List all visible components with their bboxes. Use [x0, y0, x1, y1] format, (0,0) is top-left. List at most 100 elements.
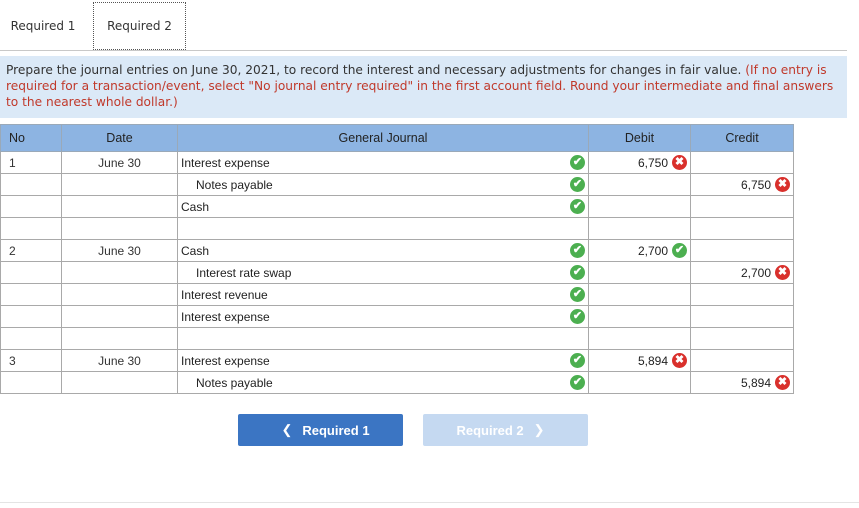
row-date[interactable] [61, 261, 178, 284]
account-select[interactable]: Interest expense ✔ [177, 305, 589, 328]
row-date[interactable] [61, 173, 178, 196]
account-name: Cash [181, 200, 210, 214]
tab-required-1[interactable]: Required 1 [0, 2, 86, 50]
table-row: Interest rate swap ✔ 2,700 ✖ [0, 261, 794, 284]
debit-input[interactable] [588, 305, 691, 328]
account-select[interactable]: Notes payable ✔ [177, 173, 589, 196]
row-no [0, 173, 62, 196]
chevron-right-icon: ❯ [533, 422, 545, 437]
account-select[interactable]: Cash ✔ [177, 195, 589, 218]
credit-input[interactable]: 2,700 ✖ [690, 261, 794, 284]
table-row [0, 217, 794, 240]
footer-divider [0, 502, 859, 503]
row-no [0, 217, 62, 240]
row-date[interactable] [61, 305, 178, 328]
instructions-panel: Prepare the journal entries on June 30, … [0, 56, 847, 118]
credit-input[interactable]: 5,894 ✖ [690, 371, 794, 394]
instructions-text: Prepare the journal entries on June 30, … [6, 63, 742, 77]
credit-input[interactable] [690, 151, 794, 174]
debit-input[interactable] [588, 173, 691, 196]
account-name: Notes payable [196, 376, 273, 390]
row-date[interactable] [61, 283, 178, 306]
row-date[interactable] [61, 371, 178, 394]
tab-bar: Required 1 Required 2 [0, 0, 859, 52]
check-circle-icon: ✔ [570, 375, 585, 390]
row-date[interactable] [61, 195, 178, 218]
credit-input[interactable] [690, 239, 794, 262]
next-required-2-button[interactable]: Required 2 ❯ [423, 414, 588, 446]
row-no: 2 [0, 239, 62, 262]
table-row: Cash ✔ [0, 195, 794, 218]
account-select[interactable]: Interest revenue ✔ [177, 283, 589, 306]
account-name: Cash [181, 244, 210, 258]
header-no: No [0, 124, 62, 152]
account-name: Notes payable [196, 178, 273, 192]
check-circle-icon: ✔ [570, 243, 585, 258]
check-circle-icon: ✔ [570, 309, 585, 324]
row-no [0, 283, 62, 306]
account-select[interactable]: Interest expense ✔ [177, 349, 589, 372]
row-date[interactable] [61, 327, 178, 350]
row-date[interactable]: June 30 [61, 239, 178, 262]
x-circle-icon: ✖ [775, 375, 790, 390]
debit-input[interactable] [588, 327, 691, 350]
debit-input[interactable]: 2,700 ✔ [588, 239, 691, 262]
general-journal-table: No Date General Journal Debit Credit 1 Ju… [0, 124, 794, 394]
x-circle-icon: ✖ [775, 177, 790, 192]
row-no: 1 [0, 151, 62, 174]
credit-input[interactable] [690, 305, 794, 328]
row-date[interactable] [61, 217, 178, 240]
account-name: Interest rate swap [196, 266, 292, 280]
debit-input[interactable]: 5,894 ✖ [588, 349, 691, 372]
x-circle-icon: ✖ [672, 353, 687, 368]
debit-input[interactable]: 6,750 ✖ [588, 151, 691, 174]
debit-input[interactable] [588, 195, 691, 218]
check-circle-icon: ✔ [570, 353, 585, 368]
row-date[interactable]: June 30 [61, 349, 178, 372]
row-date[interactable]: June 30 [61, 151, 178, 174]
debit-input[interactable] [588, 283, 691, 306]
account-select[interactable] [177, 327, 589, 350]
table-row: 2 June 30 Cash ✔ 2,700 ✔ [0, 239, 794, 262]
table-row: Interest expense ✔ [0, 305, 794, 328]
row-no [0, 327, 62, 350]
credit-amount: 2,700 [740, 266, 771, 280]
x-circle-icon: ✖ [672, 155, 687, 170]
credit-input[interactable] [690, 283, 794, 306]
check-circle-icon: ✔ [672, 243, 687, 258]
header-date: Date [61, 124, 178, 152]
debit-amount: 5,894 [637, 354, 668, 368]
account-select[interactable] [177, 217, 589, 240]
credit-input[interactable] [690, 349, 794, 372]
table-row [0, 327, 794, 350]
credit-input[interactable]: 6,750 ✖ [690, 173, 794, 196]
check-circle-icon: ✔ [570, 287, 585, 302]
tab-required-2[interactable]: Required 2 [93, 2, 186, 50]
prev-required-1-button[interactable]: ❮ Required 1 [238, 414, 403, 446]
header-credit: Credit [690, 124, 794, 152]
prev-button-label: Required 1 [302, 422, 370, 438]
debit-input[interactable] [588, 217, 691, 240]
row-no [0, 371, 62, 394]
account-name: Interest expense [181, 310, 270, 324]
account-select[interactable]: Interest rate swap ✔ [177, 261, 589, 284]
credit-amount: 6,750 [740, 178, 771, 192]
header-general-journal: General Journal [177, 124, 589, 152]
chevron-left-icon: ❮ [281, 422, 293, 437]
account-name: Interest revenue [181, 288, 268, 302]
tab-divider [0, 50, 847, 51]
credit-input[interactable] [690, 217, 794, 240]
table-row: 1 June 30 Interest expense ✔ 6,750 ✖ [0, 151, 794, 174]
credit-input[interactable] [690, 195, 794, 218]
account-select[interactable]: Interest expense ✔ [177, 151, 589, 174]
table-row: Interest revenue ✔ [0, 283, 794, 306]
account-select[interactable]: Cash ✔ [177, 239, 589, 262]
table-header-row: No Date General Journal Debit Credit [0, 124, 794, 152]
table-row: 3 June 30 Interest expense ✔ 5,894 ✖ [0, 349, 794, 372]
debit-input[interactable] [588, 261, 691, 284]
credit-input[interactable] [690, 327, 794, 350]
table-row: Notes payable ✔ 6,750 ✖ [0, 173, 794, 196]
debit-input[interactable] [588, 371, 691, 394]
account-select[interactable]: Notes payable ✔ [177, 371, 589, 394]
row-no [0, 261, 62, 284]
